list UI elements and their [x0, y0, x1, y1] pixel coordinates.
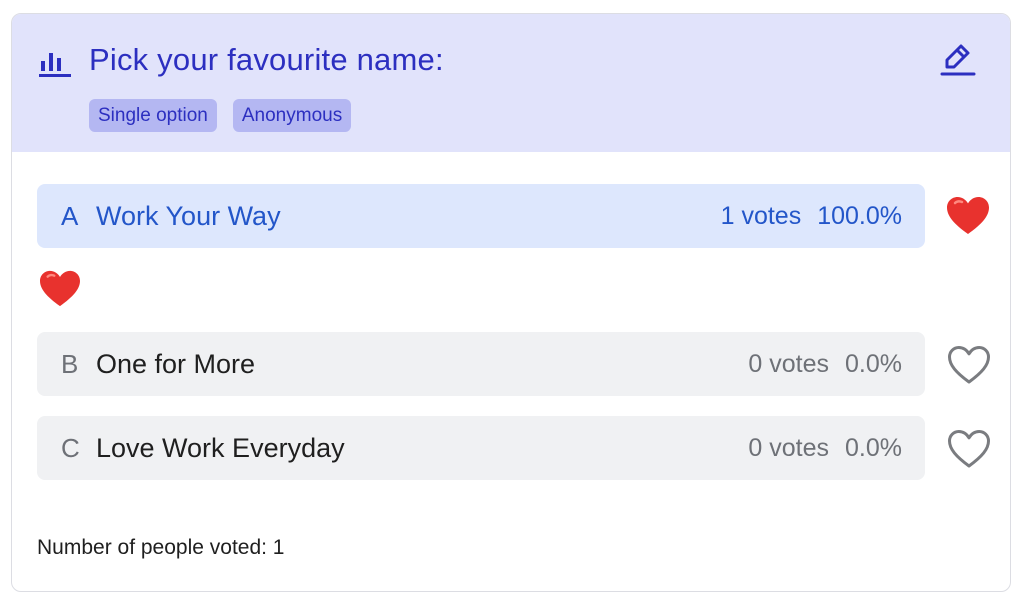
poll-title: Pick your favourite name: — [89, 42, 444, 77]
bar-chart-icon — [39, 53, 71, 77]
tag-single-option: Single option — [89, 99, 217, 132]
option-label: One for More — [96, 349, 256, 379]
voter-heart-icon — [40, 270, 80, 307]
option-label: Love Work Everyday — [96, 433, 345, 463]
poll-option-a[interactable]: A Work Your Way 1 votes 100.0% — [37, 184, 925, 248]
poll-option-b[interactable]: B One for More 0 votes 0.0% — [37, 332, 925, 396]
heart-outline-icon[interactable] — [946, 344, 992, 386]
option-votes: 0 votes — [748, 434, 830, 462]
option-stats: 0 votes 0.0% — [748, 416, 902, 480]
voter-count: Number of people voted: 1 — [37, 536, 285, 559]
poll-card: Pick your favourite name: Single option … — [11, 13, 1011, 592]
edit-icon[interactable] — [937, 41, 977, 81]
option-stats: 0 votes 0.0% — [748, 332, 902, 396]
option-votes: 0 votes — [748, 350, 830, 378]
option-label: Work Your Way — [96, 201, 281, 231]
option-percent: 0.0% — [845, 350, 902, 378]
option-letter: A — [61, 201, 79, 231]
option-percent: 0.0% — [845, 434, 902, 462]
option-percent: 100.0% — [817, 202, 902, 230]
option-letter: B — [61, 349, 79, 379]
poll-option-c[interactable]: C Love Work Everyday 0 votes 0.0% — [37, 416, 925, 480]
heart-outline-icon[interactable] — [946, 428, 992, 470]
tag-anonymous: Anonymous — [232, 99, 352, 132]
option-letter: C — [61, 433, 80, 463]
heart-filled-icon[interactable] — [945, 195, 991, 237]
poll-tags: Single option Anonymous — [89, 99, 352, 132]
poll-header: Pick your favourite name: Single option … — [12, 14, 1010, 152]
option-stats: 1 votes 100.0% — [721, 184, 902, 248]
option-votes: 1 votes — [720, 202, 802, 230]
